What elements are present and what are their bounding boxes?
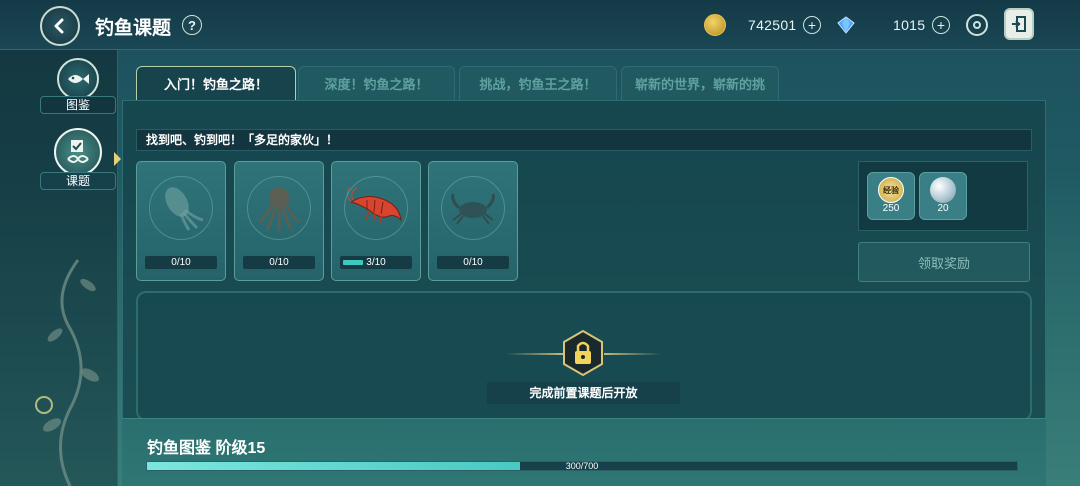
ornament-line-right <box>604 353 662 355</box>
fish-book-icon <box>57 58 99 100</box>
reward-pearl[interactable]: 20 <box>919 172 967 220</box>
add-coins-button[interactable]: + <box>803 16 821 34</box>
coin-icon <box>704 14 726 36</box>
target-progress: 3/10 <box>340 256 412 269</box>
target-card-octopus[interactable]: 0/10 <box>234 161 324 281</box>
dex-progress-bar: 300/700 <box>146 461 1018 471</box>
gear-icon <box>973 21 981 29</box>
ornament-line-left <box>505 353 563 355</box>
help-button[interactable]: ? <box>182 15 202 35</box>
target-progress: 0/10 <box>437 256 509 269</box>
sidebar-item-dex[interactable]: 图鉴 <box>38 58 118 114</box>
dex-progress-label: 300/700 <box>565 461 599 471</box>
reward-exp[interactable]: 经验 250 <box>867 172 915 220</box>
claim-reward-button[interactable]: 领取奖励 <box>858 242 1030 282</box>
active-indicator-arrow <box>114 152 121 166</box>
lock-icon <box>563 330 603 376</box>
tab-depth[interactable]: 深度！钓鱼之路！ <box>298 66 455 100</box>
settings-icon[interactable] <box>966 14 988 36</box>
locked-message: 完成前置课题后开放 <box>487 382 680 404</box>
page-title: 钓鱼课题 <box>95 18 172 39</box>
reward-count: 20 <box>937 203 949 214</box>
coin-counter: 742501 <box>748 13 797 37</box>
chevron-left-icon <box>54 18 64 34</box>
sidebar-item-label: 图鉴 <box>40 96 116 114</box>
target-progress: 0/10 <box>145 256 217 269</box>
dex-title: 钓鱼图鉴 阶级15 <box>147 440 266 457</box>
sidebar-item-quests[interactable]: 课题 <box>38 128 118 190</box>
exit-button[interactable] <box>1004 8 1034 40</box>
back-button[interactable] <box>40 6 80 46</box>
gem-counter: 1015 <box>893 13 925 37</box>
gem-icon <box>837 16 855 34</box>
target-progress: 0/10 <box>243 256 315 269</box>
gem-value: 1015 <box>893 17 926 33</box>
exp-badge-icon: 经验 <box>878 177 904 203</box>
target-card-squid[interactable]: 0/10 <box>136 161 226 281</box>
exit-door-icon <box>1012 16 1026 32</box>
add-gems-button[interactable]: + <box>932 16 950 34</box>
quest-scroll-icon <box>54 128 102 176</box>
sidebar-item-label: 课题 <box>40 172 116 190</box>
target-card-shrimp[interactable]: 3/10 <box>331 161 421 281</box>
quest-description: 找到吧、钓到吧！「多足的家伙」！ <box>136 129 1032 151</box>
vine-decoration <box>35 259 100 486</box>
coin-value: 742501 <box>748 17 797 33</box>
target-card-crab[interactable]: 0/10 <box>428 161 518 281</box>
pearl-icon <box>930 177 956 203</box>
reward-count: 250 <box>882 203 900 214</box>
tab-challenge[interactable]: 挑战，钓鱼王之路！ <box>459 66 617 100</box>
tab-new-world[interactable]: 崭新的世界，崭新的挑 <box>621 66 779 100</box>
tab-beginner[interactable]: 入门！钓鱼之路！ <box>136 66 296 100</box>
